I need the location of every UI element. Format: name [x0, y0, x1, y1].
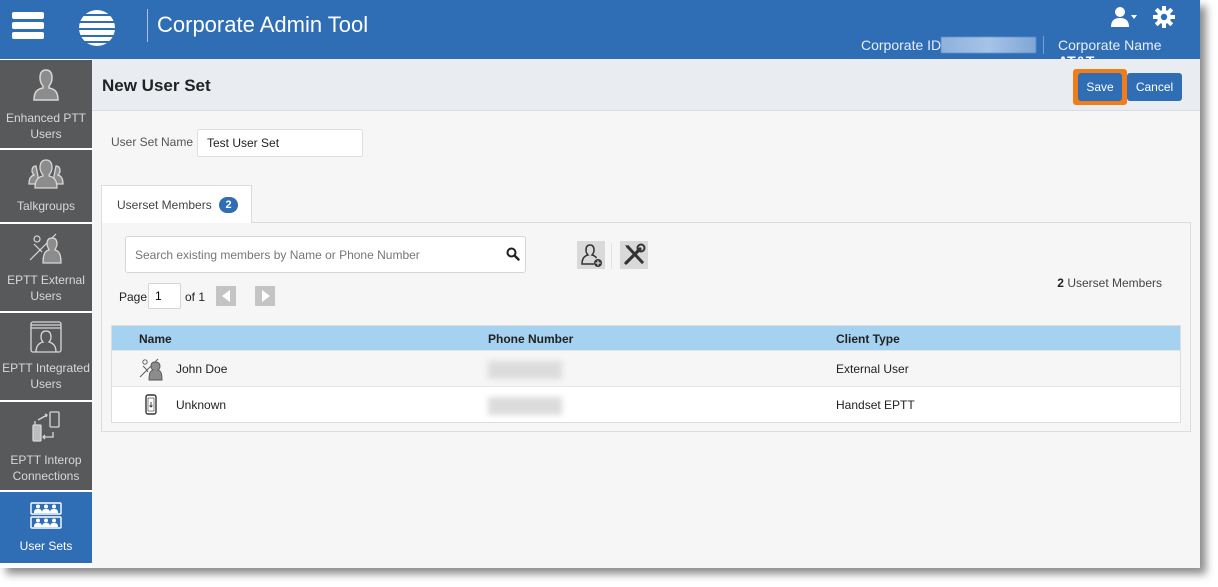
page-number-input[interactable]: [148, 283, 181, 309]
cell-phone-redacted: [488, 361, 562, 379]
sidebar: Enhanced PTT Users Talkgroups EPTT Exter…: [0, 59, 92, 568]
column-header-name[interactable]: Name: [139, 332, 172, 346]
sidebar-item-label: User Sets: [19, 539, 73, 553]
group-icon: [28, 159, 64, 189]
handset-icon: [145, 394, 157, 415]
sidebar-item-eptt-external-users[interactable]: EPTT External Users: [0, 224, 92, 311]
user-menu-icon[interactable]: [1110, 6, 1138, 28]
top-bar: Corporate Admin Tool Corporate ID Corpor…: [0, 0, 1200, 69]
app-window: Corporate Admin Tool Corporate ID Corpor…: [0, 0, 1200, 568]
sidebar-item-label: Users: [30, 377, 62, 391]
search-box: [125, 236, 526, 273]
member-count: 2 Userset Members: [1057, 276, 1162, 290]
search-icon[interactable]: [506, 247, 520, 261]
page-title: New User Set: [102, 76, 211, 95]
add-user-icon: [581, 244, 602, 267]
column-header-phone[interactable]: Phone Number: [488, 332, 573, 346]
cell-phone-redacted: [488, 397, 562, 415]
page-header: New User Set Save Cancel: [92, 59, 1200, 111]
member-count-number: 2: [1057, 276, 1064, 290]
cancel-button[interactable]: Cancel: [1127, 73, 1182, 101]
app-title: Corporate Admin Tool: [157, 12, 369, 37]
sidebar-item-label: Users: [30, 127, 62, 141]
cell-name: John Doe: [176, 362, 228, 376]
corporate-name-label: Corporate Name: [1058, 37, 1162, 53]
tab-label: Userset Members: [117, 198, 212, 212]
sidebar-item-label: EPTT Integrated: [2, 361, 90, 375]
member-count-badge: 2: [219, 197, 238, 213]
corporate-id-value-redacted: [941, 37, 1036, 53]
edit-tools-button[interactable]: [620, 241, 648, 269]
title-divider: [147, 9, 148, 42]
column-header-client-type[interactable]: Client Type: [836, 332, 900, 346]
page-label: Page: [119, 290, 148, 304]
table-header: Name Phone Number Client Type: [112, 326, 1180, 350]
cell-client-type: Handset EPTT: [836, 398, 915, 412]
gear-icon[interactable]: [1153, 6, 1175, 28]
external-user-icon: [139, 358, 163, 381]
external-user-icon: [29, 233, 62, 264]
save-button-highlight: Save: [1073, 69, 1127, 105]
sidebar-item-eptt-integrated-users[interactable]: EPTT Integrated Users: [0, 313, 92, 400]
sidebar-item-label: Enhanced PTT: [5, 111, 87, 125]
user-set-name-input[interactable]: [197, 129, 363, 157]
page-total: of 1: [185, 290, 206, 304]
cell-name: Unknown: [176, 398, 227, 412]
header-divider: [1043, 36, 1044, 54]
menu-icon[interactable]: [12, 12, 44, 40]
sidebar-item-label: Users: [30, 289, 62, 303]
add-member-button[interactable]: [577, 241, 605, 269]
sidebar-item-label: EPTT External: [7, 273, 85, 287]
sidebar-item-user-sets[interactable]: User Sets: [0, 492, 92, 563]
sidebar-item-enhanced-ptt-users[interactable]: Enhanced PTT Users: [0, 60, 92, 148]
tab-userset-members[interactable]: Userset Members 2: [101, 185, 252, 223]
sidebar-item-label: Talkgroups: [16, 199, 76, 213]
user-sets-icon: [30, 502, 62, 529]
sidebar-item-label: EPTT Interop: [10, 453, 82, 467]
att-logo-icon: [79, 10, 115, 46]
integrated-user-icon: [30, 321, 62, 353]
table-row[interactable]: John Doe External User: [112, 350, 1180, 386]
corporate-id-label: Corporate ID: [861, 37, 942, 53]
sidebar-item-label: Connections: [12, 469, 80, 483]
table-row[interactable]: Unknown Handset EPTT: [112, 386, 1180, 422]
user-icon: [33, 69, 59, 101]
save-button[interactable]: Save: [1078, 73, 1122, 101]
tools-icon: [624, 243, 646, 265]
member-count-label: Userset Members: [1067, 276, 1162, 290]
search-input[interactable]: [126, 237, 496, 272]
user-set-name-label: User Set Name: [111, 135, 194, 149]
members-table: Name Phone Number Client Type John Doe E…: [111, 325, 1181, 423]
interop-icon: [32, 411, 60, 442]
toolbar-divider: [611, 243, 612, 269]
sidebar-item-eptt-interop-connections[interactable]: EPTT Interop Connections: [0, 402, 92, 490]
sidebar-item-talkgroups[interactable]: Talkgroups: [0, 150, 92, 222]
cell-client-type: External User: [836, 362, 909, 376]
next-page-button[interactable]: [255, 286, 275, 306]
previous-page-button[interactable]: [216, 286, 236, 306]
